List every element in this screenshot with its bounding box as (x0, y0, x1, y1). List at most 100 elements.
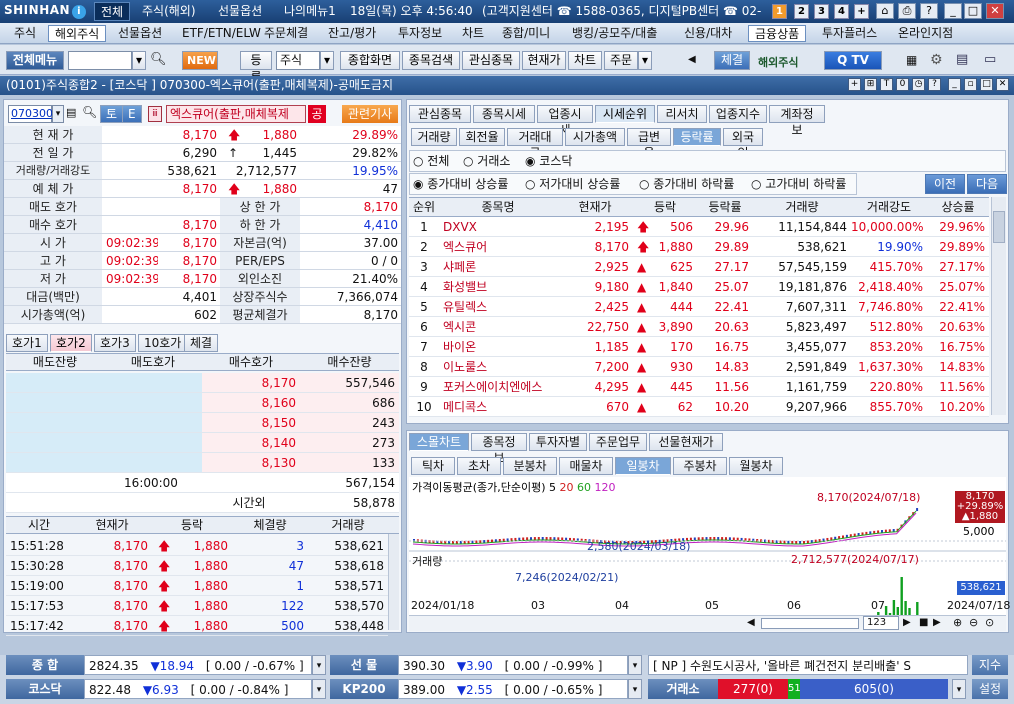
chart-tab-3[interactable]: 주문업무 (589, 433, 647, 451)
chart-subtab-2[interactable]: 분봉차트 (503, 457, 557, 489)
chart-subtab-6[interactable]: 월봉차트 (729, 457, 783, 489)
add-screen-icon[interactable]: + (854, 4, 869, 19)
question-icon[interactable]: ? (928, 78, 941, 91)
chart-subtab-5[interactable]: 주봉차트 (673, 457, 727, 489)
prev-button[interactable]: 이전 (925, 174, 965, 194)
restore-icon[interactable]: □ (964, 3, 982, 19)
print-icon[interactable]: ⎙ (898, 3, 916, 19)
win-minimize-icon[interactable]: _ (948, 78, 961, 91)
gear-icon[interactable]: ⚙ (930, 52, 943, 68)
overseas-stock-link[interactable]: 해외주식 (758, 54, 798, 70)
subtab-1[interactable]: 회전율 (459, 128, 505, 146)
win-close-icon[interactable]: ✕ (996, 78, 1009, 91)
ask-price-cell[interactable] (104, 413, 202, 433)
ask-price-cell[interactable] (104, 433, 202, 453)
chart-subtab-4[interactable]: 일봉차트 (615, 457, 671, 489)
overview-screen-button[interactable]: 종합화면 (340, 51, 400, 70)
bookmark-icon[interactable]: ⅲ (148, 106, 162, 122)
menu-online-branch[interactable]: 온라인지점 (892, 25, 959, 42)
menu-banking[interactable]: 뱅킹/공모주/대출 (566, 25, 663, 42)
bid-price-cell[interactable]: 8,150 (202, 413, 300, 433)
market-radio-0[interactable]: ○ 전체 (413, 151, 449, 171)
chevron-down-icon[interactable]: ▾ (952, 679, 966, 699)
all-menu-button[interactable]: 전체메뉴 (6, 51, 64, 70)
ask-price-cell[interactable] (104, 373, 202, 393)
chart-scrollbar[interactable] (761, 618, 859, 629)
rank-cell[interactable]: 포커스에이치엔에스 (439, 377, 557, 397)
radio-icon[interactable]: ○ (525, 177, 539, 191)
menu-mini[interactable]: 종합/미니 (496, 25, 556, 42)
stock-code-input[interactable]: 070300 (8, 105, 53, 123)
stock-search-button[interactable]: 종목검색 (402, 51, 460, 70)
close-icon[interactable]: ✕ (986, 3, 1004, 19)
win-restore-icon[interactable]: ▫ (964, 78, 977, 91)
to-button[interactable]: 토 (100, 105, 124, 123)
rank-cell[interactable]: 샤페론 (439, 257, 557, 277)
zoom-input[interactable]: 123 (863, 616, 899, 630)
tab-fills[interactable]: 체결 (184, 334, 219, 352)
list-icon[interactable]: ▤ (66, 106, 76, 119)
qtv-button[interactable]: Q TV (824, 51, 882, 70)
tab-hoga2[interactable]: 호가2 (50, 334, 92, 352)
subtab-6[interactable]: 외국인 (723, 128, 763, 160)
menu-etf[interactable]: ETF/ETN/ELW (176, 25, 267, 42)
chart-tab-1[interactable]: 종목정보 (471, 433, 527, 465)
chevron-down-icon[interactable]: ▾ (132, 51, 146, 70)
market-radio-1[interactable]: ○ 거래소 (463, 151, 510, 171)
chevron-down-icon[interactable]: ▾ (320, 51, 334, 70)
sort-radio-3[interactable]: ○ 고가대비 하락률 (751, 174, 846, 194)
chevron-down-icon[interactable]: ▾ (52, 105, 64, 123)
menu-balance[interactable]: 잔고/평가 (322, 25, 382, 42)
tab-hoga1[interactable]: 호가1 (6, 334, 48, 352)
bid-price-cell[interactable]: 8,130 (202, 453, 300, 473)
news-ticker[interactable]: [ NP ] 수원도시공사, '올바른 폐건전지 분리배출' S (648, 655, 968, 675)
scroll-left-icon[interactable]: ◀ (747, 617, 755, 628)
menu-order[interactable]: 주문체결 (258, 25, 314, 42)
bid-price-cell[interactable]: 8,160 (202, 393, 300, 413)
subtab-5[interactable]: 등락률 (673, 128, 721, 146)
e-button[interactable]: E (122, 105, 142, 123)
subtab-2[interactable]: 거래대금 (507, 128, 563, 160)
fill-button[interactable]: 체결 (714, 51, 750, 70)
settings-button[interactable]: 설정 (972, 679, 1008, 699)
chevron-down-icon[interactable]: ▾ (628, 655, 642, 675)
menu-credit[interactable]: 신용/대차 (678, 25, 738, 42)
radio-icon[interactable]: ○ (413, 154, 427, 168)
screen-3-button[interactable]: 3 (814, 4, 829, 19)
market-radio-2[interactable]: ◉ 코스닥 (525, 151, 572, 171)
scroll-thumb[interactable] (993, 211, 1005, 243)
ticks-scrollbar[interactable] (388, 534, 399, 630)
chevron-down-icon[interactable]: ▾ (312, 655, 326, 675)
bid-price-cell[interactable]: 8,170 (202, 373, 300, 393)
layout-icon[interactable]: ▤ (956, 52, 968, 67)
top-menu-overseas[interactable]: 주식(해외) (136, 2, 202, 21)
chevron-down-icon[interactable]: ▾ (638, 51, 652, 70)
chart-tab-2[interactable]: 투자자별 (529, 433, 587, 451)
sort-radio-2[interactable]: ○ 종가대비 하락률 (639, 174, 734, 194)
menu-overseas-stock[interactable]: 해외주식 (48, 25, 107, 42)
rank-cell[interactable]: 바이온 (439, 337, 557, 357)
calculator-icon[interactable]: ▦ (906, 53, 917, 67)
radio-icon[interactable]: ○ (639, 177, 653, 191)
window-icon[interactable]: ▭ (984, 52, 996, 67)
tab-0[interactable]: 관심종목 (409, 105, 471, 123)
rank-cell[interactable]: 이노룰스 (439, 357, 557, 377)
sort-radio-0[interactable]: ◉ 종가대비 상승률 (413, 174, 508, 194)
plus-icon[interactable]: + (848, 78, 861, 91)
stop-icon[interactable]: ■ (919, 617, 928, 628)
index-button[interactable]: 지수 (972, 655, 1008, 675)
menu-invest-info[interactable]: 투자정보 (392, 25, 448, 42)
screen-1-button[interactable]: 1 (772, 4, 787, 19)
win-maximize-icon[interactable]: □ (980, 78, 993, 91)
caret-left-icon[interactable]: ◀ (688, 54, 696, 65)
order-button[interactable]: 주문 (604, 51, 638, 70)
chevron-down-icon[interactable]: ▾ (628, 679, 642, 699)
tab-5[interactable]: 업종지수 (709, 105, 767, 123)
menu-chart[interactable]: 차트 (456, 25, 490, 42)
chart-button[interactable]: 차트 (568, 51, 602, 70)
menu-futures[interactable]: 선물옵션 (112, 25, 168, 42)
rank-cell[interactable]: 엑시콘 (439, 317, 557, 337)
scroll-right-icon[interactable]: ▶ (933, 617, 941, 628)
ask-price-cell[interactable] (104, 393, 202, 413)
next-button[interactable]: 다음 (967, 174, 1007, 194)
